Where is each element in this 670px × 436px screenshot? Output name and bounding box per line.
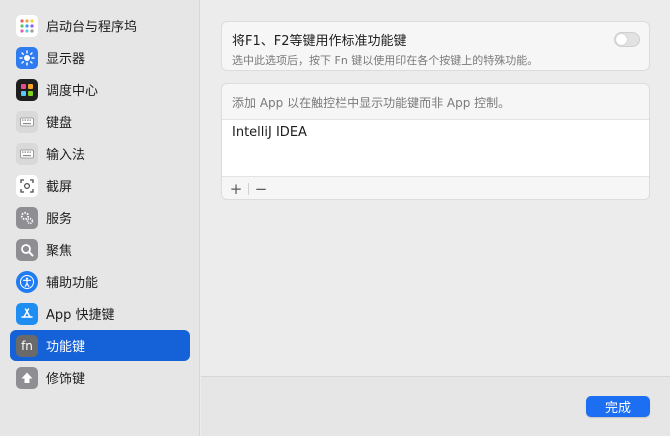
sidebar-item-label: 启动台与程序坞 — [46, 20, 138, 35]
sidebar-item-keyboard[interactable]: 键盘 — [10, 106, 190, 137]
settings-window: 启动台与程序坞 显示器 调度中心 键盘 输入法 截屏 服务 聚焦 辅助功能 Ap… — [0, 0, 670, 436]
sidebar-item-modifier-keys[interactable]: 修饰键 — [10, 362, 190, 393]
sidebar-item-label: 功能键 — [46, 340, 86, 355]
function-keys-title: 将F1、F2等键用作标准功能键 — [232, 34, 407, 49]
sidebar-item-label: 键盘 — [46, 116, 73, 131]
sidebar-item-label: 调度中心 — [46, 84, 99, 99]
add-app-button[interactable]: + — [226, 180, 246, 198]
sidebar-item-label: 显示器 — [46, 52, 86, 67]
list-item[interactable]: IntelliJ IDEA — [232, 125, 639, 143]
spotlight-icon — [16, 238, 38, 261]
sidebar-item-accessibility[interactable]: 辅助功能 — [10, 266, 190, 297]
accessibility-icon — [16, 270, 38, 293]
sidebar-item-screenshot[interactable]: 截屏 — [10, 170, 190, 201]
sidebar-item-label: 截屏 — [46, 180, 73, 195]
bottom-bar: 完成 — [201, 376, 670, 436]
fn-icon-glyph: fn — [21, 338, 33, 353]
sidebar-item-label: 修饰键 — [46, 372, 86, 387]
sidebar-item-display[interactable]: 显示器 — [10, 42, 190, 73]
function-keys-card: 将F1、F2等键用作标准功能键 选中此选项后，按下 Fn 键以使用印在各个按键上… — [221, 21, 650, 71]
launchpad-icon — [16, 14, 38, 37]
sidebar-item-input-method[interactable]: 输入法 — [10, 138, 190, 169]
toggle-knob — [616, 34, 627, 45]
sidebar: 启动台与程序坞 显示器 调度中心 键盘 输入法 截屏 服务 聚焦 辅助功能 Ap… — [0, 0, 200, 436]
sidebar-item-spotlight[interactable]: 聚焦 — [10, 234, 190, 265]
sidebar-item-services[interactable]: 服务 — [10, 202, 190, 233]
mission-control-icon — [16, 78, 38, 101]
function-keys-subtitle: 选中此选项后，按下 Fn 键以使用印在各个按键上的特殊功能。 — [232, 54, 539, 67]
divider — [248, 182, 249, 195]
main-pane: 将F1、F2等键用作标准功能键 选中此选项后，按下 Fn 键以使用印在各个按键上… — [201, 0, 670, 376]
done-button[interactable]: 完成 — [586, 396, 650, 417]
fn-icon: fn — [16, 334, 38, 357]
sidebar-item-label: App 快捷键 — [46, 308, 115, 323]
sidebar-item-label: 服务 — [46, 212, 73, 227]
sidebar-item-label: 输入法 — [46, 148, 86, 163]
sidebar-item-mission-control[interactable]: 调度中心 — [10, 74, 190, 105]
sidebar-item-label: 聚焦 — [46, 244, 73, 259]
remove-app-button[interactable]: − — [251, 180, 271, 198]
keyboard-icon — [16, 110, 38, 133]
services-icon — [16, 206, 38, 229]
touchbar-apps-description: 添加 App 以在触控栏中显示功能键而非 App 控制。 — [222, 84, 649, 120]
touchbar-apps-list: IntelliJ IDEA — [222, 120, 649, 176]
touchbar-apps-card: 添加 App 以在触控栏中显示功能键而非 App 控制。 IntelliJ ID… — [221, 83, 650, 200]
input-method-icon — [16, 142, 38, 165]
display-icon — [16, 46, 38, 69]
sidebar-item-label: 辅助功能 — [46, 276, 99, 291]
list-controls: + − — [222, 176, 649, 199]
function-keys-toggle[interactable] — [614, 32, 640, 47]
sidebar-item-app-shortcuts[interactable]: App 快捷键 — [10, 298, 190, 329]
sidebar-item-launchpad[interactable]: 启动台与程序坞 — [10, 10, 190, 41]
sidebar-item-function-keys[interactable]: fn 功能键 — [10, 330, 190, 361]
modifier-icon — [16, 366, 38, 389]
app-store-icon — [16, 302, 38, 325]
screenshot-icon — [16, 174, 38, 197]
